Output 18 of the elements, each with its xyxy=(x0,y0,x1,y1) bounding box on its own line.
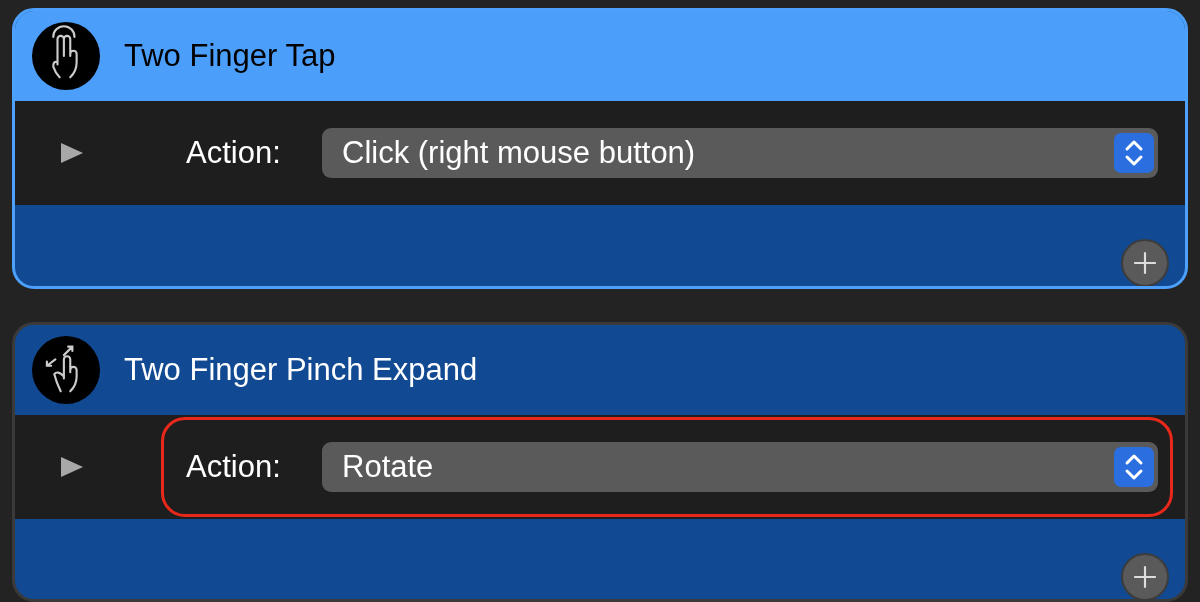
pinch-gesture-icon xyxy=(32,335,100,404)
gesture-card[interactable]: Two Finger Tap Action: Click (right mouse button) xyxy=(12,8,1188,289)
play-icon[interactable] xyxy=(59,454,85,479)
add-button[interactable] xyxy=(1121,239,1169,286)
stepper-icon xyxy=(1114,446,1154,487)
gesture-title: Two Finger Tap xyxy=(124,38,336,74)
add-button[interactable] xyxy=(1121,552,1169,599)
action-dropdown[interactable]: Click (right mouse button) xyxy=(322,128,1158,178)
gesture-title: Two Finger Pinch Expand xyxy=(124,351,478,388)
action-dropdown[interactable]: Rotate xyxy=(322,441,1158,492)
gesture-card[interactable]: Two Finger Pinch Expand Action: Rotate xyxy=(12,321,1188,602)
plus-icon xyxy=(1132,250,1158,276)
stepper-icon xyxy=(1114,133,1154,173)
play-icon[interactable] xyxy=(59,141,85,165)
tap-gesture-icon xyxy=(32,22,100,90)
plus-icon xyxy=(1132,563,1158,590)
action-label: Action: xyxy=(186,448,282,485)
action-label: Action: xyxy=(186,135,282,171)
